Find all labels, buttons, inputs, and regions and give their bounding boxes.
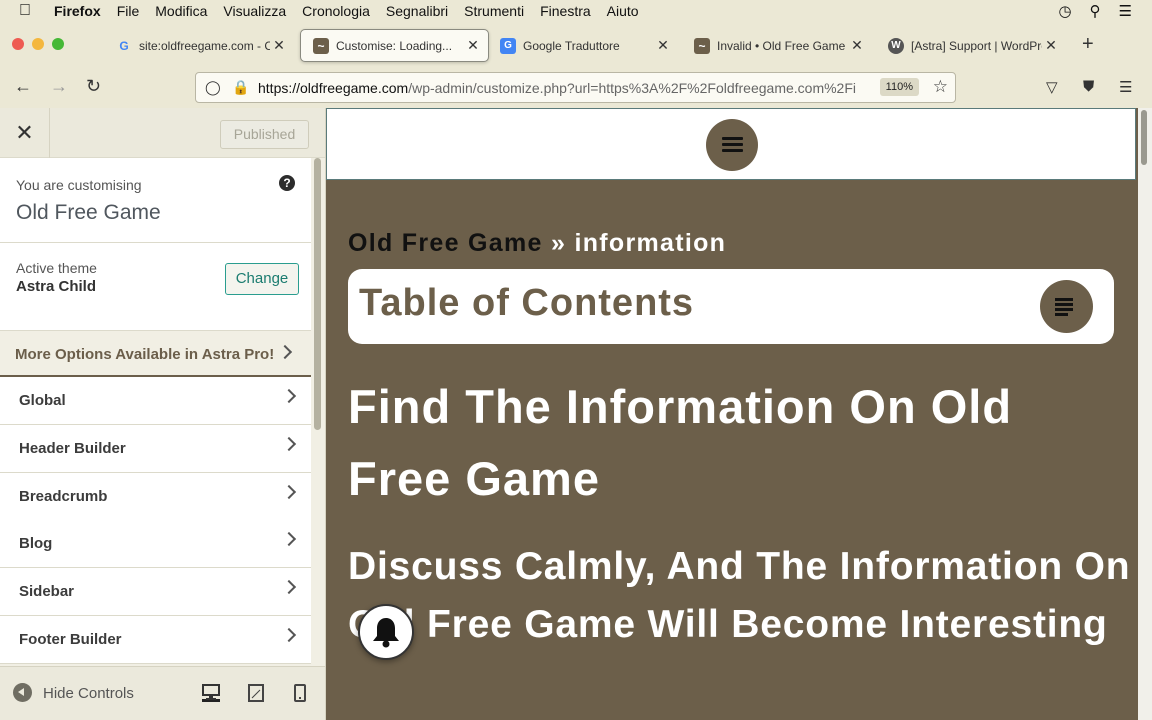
customizer-footer: Hide Controls [0,666,325,720]
pocket-icon[interactable]: ▽ [1046,78,1058,96]
zoom-level-badge[interactable]: 110% [879,78,919,96]
close-window-button[interactable] [12,38,24,50]
customizer-header: ✕ Published [0,108,325,158]
navigation-bar: ← → ↻ ◯ 🔒 https://oldfreegame.com/wp-adm… [0,68,1152,108]
chevron-right-icon [281,484,297,500]
menu-item-footer-builder[interactable]: Footer Builder [0,616,311,664]
active-theme-label: Active theme [16,260,97,276]
close-tab-icon[interactable]: ✕ [270,37,288,54]
apple-icon[interactable]:  [19,2,37,20]
back-arrow-icon[interactable]: ← [14,76,32,97]
toc-toggle-icon[interactable] [1040,280,1093,333]
chevron-right-icon [281,436,297,452]
tablet-preview-icon[interactable] [248,684,266,702]
chevron-right-icon [281,627,297,643]
menu-item-header-builder[interactable]: Header Builder [0,425,311,473]
toc-title: Table of Contents [359,282,695,324]
astra-pro-promo[interactable]: More Options Available in Astra Pro! [0,330,311,377]
chevron-right-icon [281,388,297,404]
tracking-shield-icon[interactable]: ◯ [205,79,223,96]
breadcrumb: Old Free Game » information [348,229,726,258]
menu-aiuto[interactable]: Aiuto [607,3,639,19]
time-machine-icon[interactable]: ◷ [1058,2,1071,20]
reload-icon[interactable]: ↻ [86,76,101,97]
site-header [326,108,1136,180]
tab-invalid-old-free-game[interactable]: ~ Invalid • Old Free Game ✕ [682,29,872,62]
control-center-icon[interactable]: ☰ [1119,2,1132,20]
customising-info: You are customising Old Free Game ? [0,158,311,243]
page-heading: Find The Information On Old Free Game [348,380,1013,505]
active-theme-section: Active theme Astra Child Change [0,243,311,331]
wordpress-icon: W [888,37,904,54]
section-heading: Discuss Calmly, And The Information On O… [348,545,1131,646]
hide-controls-button[interactable]: Hide Controls [43,685,134,702]
tab-bar: G site:oldfreegame.com - Cerca ✕ ~ Custo… [0,22,1152,68]
breadcrumb-current: information [574,229,727,257]
new-tab-icon[interactable]: + [1082,33,1094,56]
spotlight-search-icon[interactable]: ⚲ [1090,2,1101,20]
hide-controls-icon[interactable] [13,683,32,702]
published-button[interactable]: Published [220,120,309,149]
minimize-window-button[interactable] [32,38,44,50]
url-text[interactable]: https://oldfreegame.com/wp-admin/customi… [258,80,878,96]
lock-icon[interactable]: 🔒 [232,79,250,96]
tab-astra-support[interactable]: W [Astra] Support | WordPress ✕ [876,29,1066,62]
menu-item-global[interactable]: Global [0,377,311,425]
oldfreegame-icon: ~ [313,37,329,54]
breadcrumb-home-link[interactable]: Old Free Game [348,229,543,257]
breadcrumb-separator: » [551,229,567,257]
site-preview: Old Free Game » information Table of Con… [326,108,1152,720]
customising-label: You are customising [16,177,142,193]
menu-visualizza[interactable]: Visualizza [223,3,286,19]
tab-customise[interactable]: ~ Customise: Loading... ✕ [300,29,489,62]
tab-google-search[interactable]: G site:oldfreegame.com - Cerca ✕ [104,29,294,62]
menu-file[interactable]: File [117,3,140,19]
menu-item-blog[interactable]: Blog [0,520,311,568]
chevron-right-icon [277,344,293,360]
bell-icon [373,618,399,648]
change-theme-button[interactable]: Change [225,263,299,295]
menu-app-firefox[interactable]: Firefox [54,3,101,19]
menu-item-breadcrumb[interactable]: Breadcrumb [0,473,311,521]
mobile-preview-icon[interactable] [294,684,312,702]
chevron-right-icon [281,531,297,547]
close-tab-icon[interactable]: ✕ [464,37,482,54]
site-name: Old Free Game [16,201,161,224]
preview-scrollbar[interactable] [1138,108,1152,720]
menu-segnalibri[interactable]: Segnalibri [386,3,448,19]
help-icon[interactable]: ? [279,175,295,191]
customizer-sidebar: ✕ Published You are customising Old Free… [0,108,326,720]
bookmark-star-icon[interactable]: ☆ [933,77,948,97]
google-icon: G [119,38,129,53]
menu-finestra[interactable]: Finestra [540,3,591,19]
menu-strumenti[interactable]: Strumenti [464,3,524,19]
sidebar-scrollbar[interactable] [314,158,321,430]
tab-google-translate[interactable]: G Google Traduttore ✕ [488,29,678,62]
close-tab-icon[interactable]: ✕ [1042,37,1060,54]
menu-modifica[interactable]: Modifica [155,3,207,19]
desktop-preview-icon[interactable] [202,684,220,702]
maximize-window-button[interactable] [52,38,64,50]
table-of-contents: Table of Contents [348,269,1114,344]
close-customizer-icon[interactable]: ✕ [0,108,50,158]
close-tab-icon[interactable]: ✕ [848,37,866,54]
ublock-icon[interactable]: ⛊ [1083,78,1094,95]
hamburger-menu-icon[interactable] [706,119,758,171]
chevron-right-icon [281,579,297,595]
close-tab-icon[interactable]: ✕ [654,37,672,54]
menu-item-sidebar[interactable]: Sidebar [0,568,311,616]
url-bar[interactable]: ◯ 🔒 https://oldfreegame.com/wp-admin/cus… [195,72,956,103]
theme-name: Astra Child [16,278,97,295]
hamburger-menu-icon[interactable]: ☰ [1119,78,1132,96]
google-translate-icon: G [500,37,516,54]
macos-menu-bar:  Firefox File Modifica Visualizza Crono… [0,0,1152,22]
menu-cronologia[interactable]: Cronologia [302,3,370,19]
notification-bell-button[interactable] [358,604,414,660]
forward-arrow-icon[interactable]: → [50,76,68,97]
oldfreegame-icon: ~ [694,37,710,54]
